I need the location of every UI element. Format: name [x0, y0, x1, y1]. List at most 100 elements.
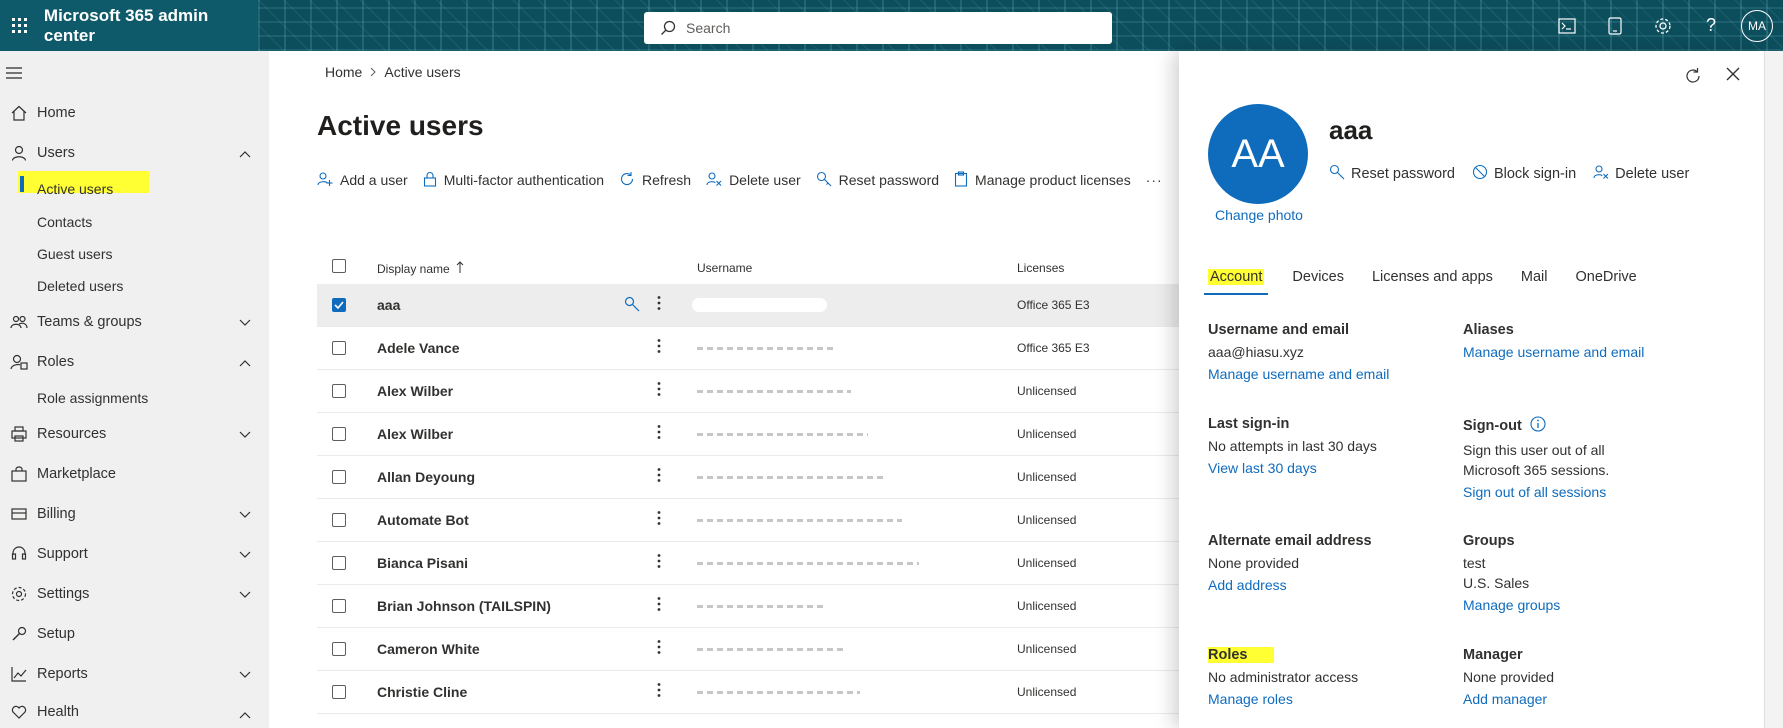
- user-display-name[interactable]: Allan Deyoung: [377, 469, 475, 485]
- app-title[interactable]: Microsoft 365 admin center: [44, 6, 258, 46]
- chevron-down-icon[interactable]: [239, 507, 251, 523]
- chevron-down-icon[interactable]: [239, 667, 251, 683]
- panel-scrollbar[interactable]: [1764, 51, 1783, 728]
- nav-marketplace[interactable]: Marketplace: [0, 456, 269, 492]
- breadcrumb-home[interactable]: Home: [325, 64, 362, 80]
- more-options-icon[interactable]: [657, 553, 661, 572]
- more-options-icon[interactable]: [657, 467, 661, 486]
- delete-user-button[interactable]: Delete user: [1593, 164, 1689, 184]
- column-username[interactable]: Username: [697, 261, 752, 275]
- mfa-button[interactable]: Multi-factor authentication: [423, 171, 604, 190]
- chevron-down-icon[interactable]: [239, 547, 251, 563]
- more-options-icon[interactable]: [657, 338, 661, 357]
- nav-guest-users[interactable]: Guest users: [37, 246, 112, 262]
- column-display-name[interactable]: Display name: [377, 261, 464, 276]
- more-options-icon[interactable]: [657, 295, 661, 314]
- chevron-up-icon[interactable]: [239, 707, 251, 723]
- nav-support[interactable]: Support: [0, 536, 269, 572]
- chevron-up-icon[interactable]: [239, 355, 251, 371]
- row-checkbox[interactable]: [332, 556, 346, 570]
- more-options-icon[interactable]: [657, 639, 661, 658]
- app-launcher-icon[interactable]: [0, 0, 39, 51]
- table-row[interactable]: Allan Deyoung Unlicensed: [317, 456, 1179, 499]
- sign-out-sessions-link[interactable]: Sign out of all sessions: [1463, 484, 1723, 500]
- table-row[interactable]: Automate Bot Unlicensed: [317, 499, 1179, 542]
- help-icon[interactable]: ?: [1687, 0, 1735, 51]
- mobile-app-icon[interactable]: [1591, 0, 1639, 51]
- more-options-icon[interactable]: [657, 596, 661, 615]
- info-icon[interactable]: [1530, 416, 1546, 436]
- more-options-icon[interactable]: [657, 510, 661, 529]
- chevron-down-icon[interactable]: [239, 427, 251, 443]
- row-checkbox[interactable]: [332, 298, 346, 312]
- nav-billing[interactable]: Billing: [0, 496, 269, 532]
- nav-teams-groups[interactable]: Teams & groups: [0, 304, 269, 340]
- table-row[interactable]: Bianca Pisani Unlicensed: [317, 542, 1179, 585]
- row-checkbox[interactable]: [332, 470, 346, 484]
- key-icon[interactable]: [624, 296, 640, 315]
- refresh-button[interactable]: Refresh: [619, 171, 691, 190]
- close-icon[interactable]: [1726, 67, 1740, 88]
- chevron-up-icon[interactable]: [239, 146, 251, 162]
- row-checkbox[interactable]: [332, 599, 346, 613]
- manage-roles-link[interactable]: Manage roles: [1208, 691, 1448, 707]
- table-row[interactable]: aaa Office 365 E3: [317, 284, 1179, 327]
- user-display-name[interactable]: Alex Wilber: [377, 383, 453, 399]
- row-checkbox[interactable]: [332, 642, 346, 656]
- manage-licenses-button[interactable]: Manage product licenses: [954, 170, 1131, 190]
- user-display-name[interactable]: Christie Cline: [377, 684, 467, 700]
- reset-password-button[interactable]: Reset password: [816, 171, 939, 190]
- table-row[interactable]: Adele Vance Office 365 E3: [317, 327, 1179, 370]
- table-row[interactable]: Christie Cline Unlicensed: [317, 671, 1179, 714]
- account-avatar[interactable]: MA: [1741, 9, 1773, 42]
- row-checkbox[interactable]: [332, 427, 346, 441]
- nav-roles[interactable]: Roles: [0, 344, 269, 380]
- nav-settings[interactable]: Settings: [0, 576, 269, 612]
- manage-username-link[interactable]: Manage username and email: [1208, 366, 1448, 382]
- tab-onedrive[interactable]: OneDrive: [1576, 269, 1637, 295]
- row-checkbox[interactable]: [332, 513, 346, 527]
- table-row[interactable]: Alex Wilber Unlicensed: [317, 370, 1179, 413]
- user-display-name[interactable]: Automate Bot: [377, 512, 469, 528]
- manage-groups-link[interactable]: Manage groups: [1463, 597, 1723, 613]
- tab-devices[interactable]: Devices: [1292, 269, 1344, 295]
- select-all-checkbox[interactable]: [332, 259, 346, 273]
- user-display-name[interactable]: Cameron White: [377, 641, 480, 657]
- row-checkbox[interactable]: [332, 341, 346, 355]
- tab-account[interactable]: Account: [1203, 269, 1269, 295]
- user-display-name[interactable]: aaa: [377, 297, 400, 313]
- nav-collapse-icon[interactable]: [0, 51, 269, 95]
- refresh-icon[interactable]: [1684, 67, 1702, 88]
- nav-home[interactable]: Home: [0, 95, 269, 131]
- table-row[interactable]: Brian Johnson (TAILSPIN) Unlicensed: [317, 585, 1179, 628]
- more-options-icon[interactable]: [657, 381, 661, 400]
- user-display-name[interactable]: Brian Johnson (TAILSPIN): [377, 598, 551, 614]
- nav-setup[interactable]: Setup: [0, 616, 269, 652]
- terminal-icon[interactable]: [1543, 0, 1591, 51]
- nav-contacts[interactable]: Contacts: [37, 214, 92, 230]
- nav-users[interactable]: Users: [0, 135, 269, 171]
- search-input[interactable]: Search: [644, 12, 1112, 44]
- view-last-30-days-link[interactable]: View last 30 days: [1208, 460, 1448, 476]
- chevron-down-icon[interactable]: [239, 587, 251, 603]
- nav-deleted-users[interactable]: Deleted users: [37, 278, 123, 294]
- user-display-name[interactable]: Adele Vance: [377, 340, 460, 356]
- table-row[interactable]: Alex Wilber Unlicensed: [317, 413, 1179, 456]
- manage-aliases-link[interactable]: Manage username and email: [1463, 344, 1723, 360]
- nav-active-users[interactable]: Active users: [37, 181, 113, 197]
- table-row[interactable]: Cameron White Unlicensed: [317, 628, 1179, 671]
- add-user-button[interactable]: Add a user: [317, 171, 408, 190]
- tab-licenses-apps[interactable]: Licenses and apps: [1372, 269, 1493, 295]
- block-signin-button[interactable]: Block sign-in: [1472, 164, 1576, 184]
- more-commands-icon[interactable]: ···: [1146, 172, 1163, 188]
- delete-user-button[interactable]: Delete user: [706, 171, 801, 190]
- user-display-name[interactable]: Alex Wilber: [377, 426, 453, 442]
- add-address-link[interactable]: Add address: [1208, 577, 1448, 593]
- tab-mail[interactable]: Mail: [1521, 269, 1548, 295]
- nav-health[interactable]: Health: [0, 696, 269, 728]
- user-display-name[interactable]: Bianca Pisani: [377, 555, 468, 571]
- chevron-down-icon[interactable]: [239, 315, 251, 331]
- nav-resources[interactable]: Resources: [0, 416, 269, 452]
- row-checkbox[interactable]: [332, 685, 346, 699]
- nav-reports[interactable]: Reports: [0, 656, 269, 692]
